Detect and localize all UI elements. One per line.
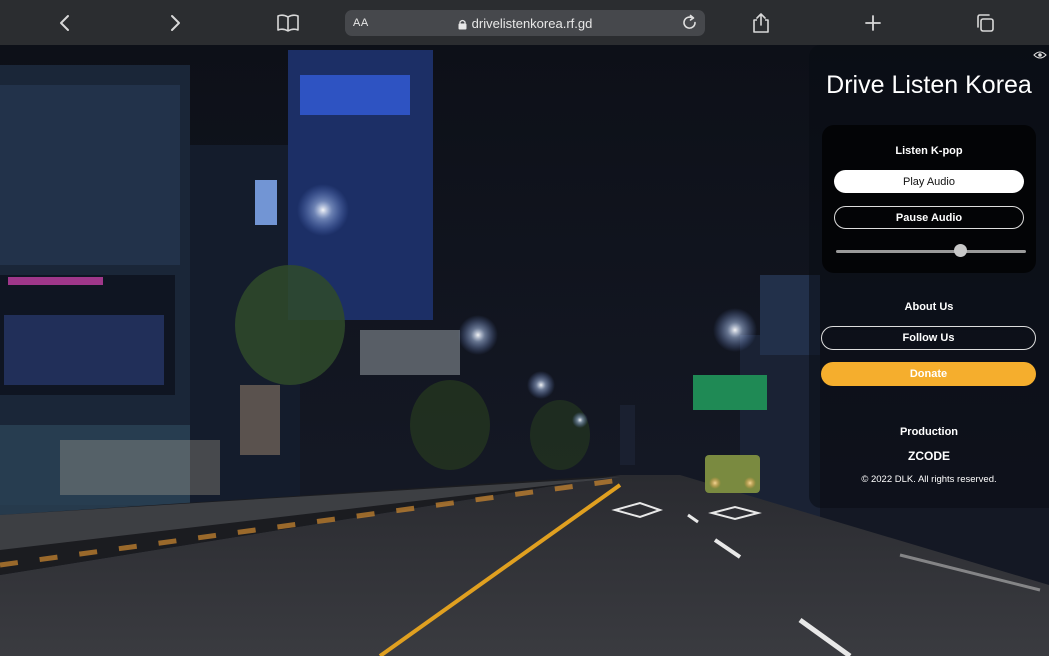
- chevron-left-icon: [60, 15, 69, 31]
- chevron-right-icon: [171, 15, 180, 31]
- volume-slider[interactable]: [836, 243, 1026, 259]
- book-icon: [277, 14, 299, 32]
- plus-icon: [865, 15, 881, 31]
- volume-slider-thumb[interactable]: [953, 244, 967, 257]
- browser-toolbar: AA drivelistenkorea.rf.gd: [0, 0, 1049, 45]
- tabs-button[interactable]: [972, 10, 998, 36]
- reader-button[interactable]: [275, 10, 301, 36]
- audio-card-title: Listen K-pop: [895, 145, 963, 157]
- site-title: Drive Listen Korea: [826, 71, 1032, 99]
- production-label: Production: [899, 426, 959, 438]
- volume-slider-track: [836, 250, 1026, 253]
- share-icon: [753, 13, 769, 33]
- tabs-icon: [977, 14, 994, 32]
- producer-name: ZCODE: [908, 449, 950, 463]
- side-panel: Drive Listen Korea Listen K-pop Play Aud…: [809, 45, 1049, 508]
- back-button[interactable]: [52, 10, 78, 36]
- url-display: drivelistenkorea.rf.gd: [345, 16, 705, 31]
- play-audio-button[interactable]: Play Audio: [834, 170, 1024, 193]
- lock-icon: [458, 19, 467, 30]
- copyright-text: © 2022 DLK. All rights reserved.: [861, 474, 997, 485]
- forward-button[interactable]: [162, 10, 188, 36]
- audio-player-card: Listen K-pop Play Audio Pause Audio: [822, 125, 1036, 273]
- donate-button[interactable]: Donate: [821, 362, 1036, 386]
- url-text: drivelistenkorea.rf.gd: [471, 15, 593, 31]
- eye-icon[interactable]: [1033, 50, 1047, 60]
- new-tab-button[interactable]: [860, 10, 886, 36]
- about-us-link[interactable]: About Us: [809, 301, 1049, 313]
- follow-us-button[interactable]: Follow Us: [821, 326, 1036, 350]
- reload-icon[interactable]: [681, 14, 698, 31]
- pause-audio-button[interactable]: Pause Audio: [834, 206, 1024, 229]
- share-button[interactable]: [748, 10, 774, 36]
- address-bar[interactable]: AA drivelistenkorea.rf.gd: [345, 10, 705, 36]
